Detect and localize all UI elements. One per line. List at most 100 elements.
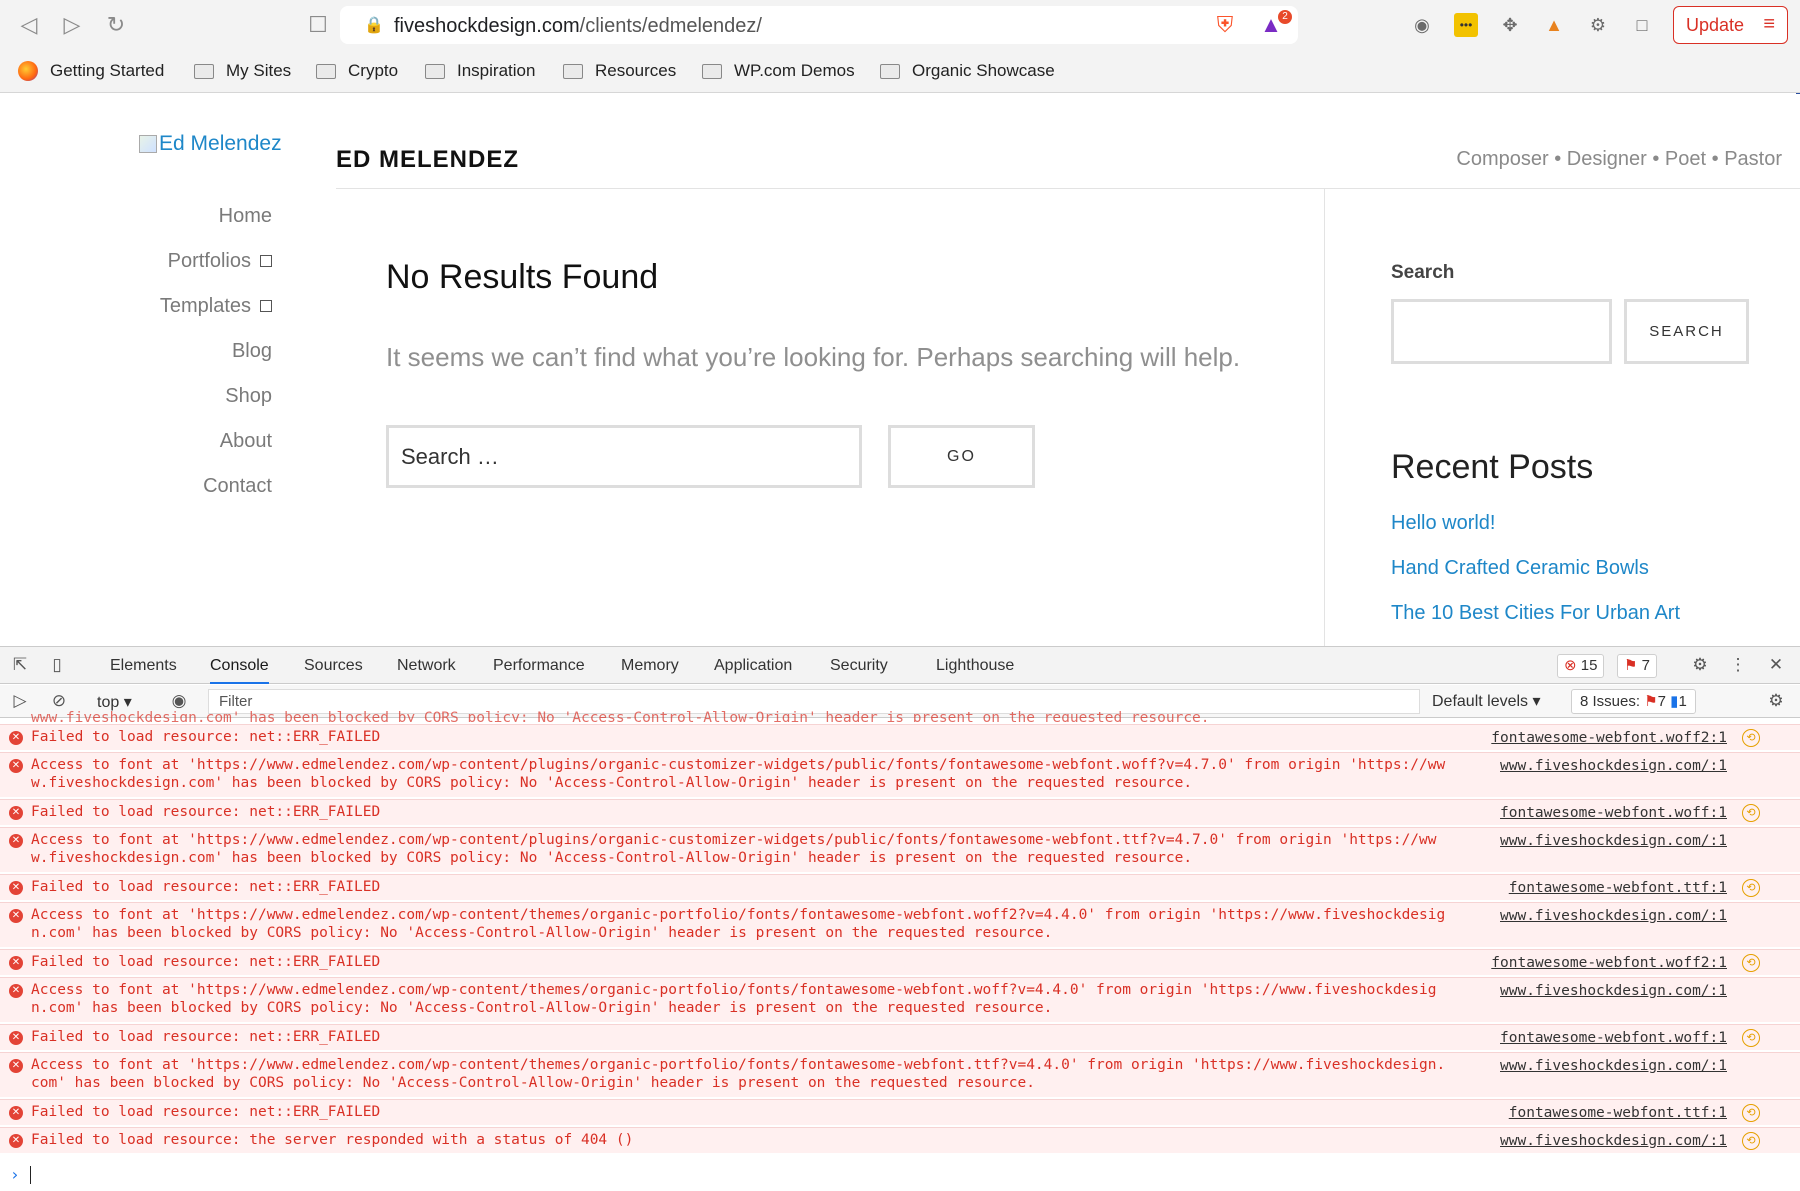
recent-posts-title: Recent Posts <box>1391 448 1594 486</box>
sidebar-search-input[interactable] <box>1391 299 1612 364</box>
site-logo[interactable]: Ed Melendez <box>139 132 282 156</box>
recent-post-link[interactable]: The 10 Best Cities For Urban Art <box>1391 600 1680 645</box>
password-manager-icon[interactable]: ••• <box>1454 13 1478 37</box>
wallet-icon[interactable]: □ <box>1630 13 1654 37</box>
source-link[interactable]: fontawesome-webfont.ttf:1 <box>1509 1105 1727 1121</box>
tab-console[interactable]: Console <box>210 647 269 684</box>
source-link[interactable]: www.fiveshockdesign.com/:1 <box>1500 908 1727 924</box>
metamask-icon[interactable]: ▲ <box>1542 13 1566 37</box>
sidebar-search-button[interactable]: SEARCH <box>1624 299 1749 364</box>
console-error-row[interactable]: ✕ Failed to load resource: net::ERR_FAILE… <box>0 1099 1800 1125</box>
search-input[interactable]: Search … <box>386 425 862 488</box>
address-bar[interactable]: 🔒 fiveshockdesign.com/clients/edmelendez… <box>340 6 1298 44</box>
bookmark-getting-started[interactable]: Getting Started <box>18 58 164 84</box>
back-icon[interactable]: ◁ <box>16 12 42 38</box>
bookmark-my-sites[interactable]: My Sites <box>194 58 291 84</box>
sidebar-toggle-icon[interactable]: ▷ <box>10 691 30 711</box>
source-link[interactable]: www.fiveshockdesign.com/:1 <box>1500 1058 1727 1074</box>
submenu-icon <box>260 255 272 267</box>
bookmark-wp-com-demos[interactable]: WP.com Demos <box>702 58 855 84</box>
console-error-row[interactable]: ✕ Access to font at 'https://www.edmelend… <box>0 752 1800 797</box>
console-error-row[interactable]: ✕ Access to font at 'https://www.edmelend… <box>0 827 1800 872</box>
console-error-row[interactable]: ✕ Access to font at 'https://www.edmelend… <box>0 902 1800 947</box>
nav-portfolios[interactable]: Portfolios <box>100 239 272 284</box>
bookmark-inspiration[interactable]: Inspiration <box>425 58 535 84</box>
issues-button[interactable]: 8 Issues: ⚑7 ▮1 <box>1571 689 1696 714</box>
source-link[interactable]: fontawesome-webfont.woff:1 <box>1500 805 1727 821</box>
bookmark-crypto[interactable]: Crypto <box>316 58 398 84</box>
console-settings-icon[interactable]: ⚙ <box>1766 691 1786 711</box>
nav-contact[interactable]: Contact <box>100 464 272 509</box>
error-count-badge[interactable]: ⊗ 15 <box>1557 654 1605 678</box>
error-icon: ✕ <box>9 731 23 745</box>
console-error-row[interactable]: ✕ Failed to load resource: net::ERR_FAILE… <box>0 724 1800 750</box>
nav-home[interactable]: Home <box>100 194 272 239</box>
source-link[interactable]: fontawesome-webfont.woff2:1 <box>1491 730 1727 746</box>
go-button[interactable]: GO <box>888 425 1035 488</box>
submenu-icon <box>260 300 272 312</box>
console-error-row[interactable]: ✕ Failed to load resource: net::ERR_FAILE… <box>0 799 1800 825</box>
forward-icon[interactable]: ▷ <box>59 12 85 38</box>
tab-application[interactable]: Application <box>714 647 792 684</box>
reload-icon[interactable]: ↻ <box>103 12 129 38</box>
source-link[interactable]: www.fiveshockdesign.com/:1 <box>1500 983 1727 999</box>
more-options-icon[interactable]: ⋮ <box>1728 655 1748 675</box>
folder-icon <box>425 63 445 79</box>
source-link[interactable]: fontawesome-webfont.woff:1 <box>1500 1030 1727 1046</box>
console-input[interactable] <box>30 1166 31 1184</box>
inspect-element-icon[interactable]: ⇱ <box>10 655 30 675</box>
update-button[interactable]: Update ≡ <box>1673 6 1788 44</box>
bookmark-label: My Sites <box>226 61 292 80</box>
device-toolbar-icon[interactable]: ▯ <box>47 655 67 675</box>
error-icon: ✕ <box>9 1106 23 1120</box>
console-error-row[interactable]: ✕ Failed to load resource: net::ERR_FAILE… <box>0 874 1800 900</box>
network-request-icon[interactable]: ⟲ <box>1742 1029 1760 1047</box>
log-levels-dropdown[interactable]: Default levels ▾ <box>1432 685 1541 718</box>
network-request-icon[interactable]: ⟲ <box>1742 729 1760 747</box>
source-link[interactable]: www.fiveshockdesign.com/:1 <box>1500 758 1727 774</box>
source-link[interactable]: fontawesome-webfont.ttf:1 <box>1509 880 1727 896</box>
camera-icon[interactable]: ◉ <box>1410 13 1434 37</box>
console-error-row[interactable]: ✕ Failed to load resource: net::ERR_FAILE… <box>0 1024 1800 1050</box>
clear-console-icon[interactable]: ⊘ <box>49 691 69 711</box>
source-link[interactable]: www.fiveshockdesign.com/:1 <box>1500 1133 1727 1149</box>
tab-memory[interactable]: Memory <box>621 647 679 684</box>
warning-count-badge[interactable]: ⚑ 7 <box>1617 654 1657 678</box>
extensions-icon[interactable]: ⚙ <box>1586 13 1610 37</box>
network-request-icon[interactable]: ⟲ <box>1742 804 1760 822</box>
settings-gear-icon[interactable]: ⚙ <box>1690 655 1710 675</box>
brave-shield-icon[interactable]: ⛨ <box>1213 13 1237 37</box>
nav-templates[interactable]: Templates <box>100 284 272 329</box>
console-error-row[interactable]: ✕ Failed to load resource: the server res… <box>0 1127 1800 1153</box>
tab-security[interactable]: Security <box>830 647 888 684</box>
source-link[interactable]: fontawesome-webfont.woff2:1 <box>1491 955 1727 971</box>
issue-error-icon: ⚑ <box>1644 693 1658 710</box>
console-error-row[interactable]: ✕ Access to font at 'https://www.edmelend… <box>0 1052 1800 1097</box>
network-request-icon[interactable]: ⟲ <box>1742 879 1760 897</box>
tab-performance[interactable]: Performance <box>493 647 585 684</box>
tab-sources[interactable]: Sources <box>304 647 363 684</box>
context-selector[interactable]: top ▾ <box>97 692 132 712</box>
bookmark-organic-showcase[interactable]: Organic Showcase <box>880 58 1055 84</box>
move-icon[interactable]: ✥ <box>1498 13 1522 37</box>
source-link[interactable]: www.fiveshockdesign.com/:1 <box>1500 833 1727 849</box>
console-error-row[interactable]: ✕ Access to font at 'https://www.edmelend… <box>0 977 1800 1022</box>
nav-shop[interactable]: Shop <box>100 374 272 419</box>
bookmark-label: Organic Showcase <box>912 61 1055 80</box>
tab-network[interactable]: Network <box>397 647 456 684</box>
tab-lighthouse[interactable]: Lighthouse <box>936 647 1014 684</box>
recent-post-link[interactable]: Hello world! <box>1391 510 1680 555</box>
close-devtools-icon[interactable]: ✕ <box>1766 655 1786 675</box>
live-expression-eye-icon[interactable]: ◉ <box>169 691 189 711</box>
bookmark-icon[interactable]: ☐ <box>305 12 331 38</box>
nav-blog[interactable]: Blog <box>100 329 272 374</box>
console-error-row[interactable]: ✕ Failed to load resource: net::ERR_FAILE… <box>0 949 1800 975</box>
tab-elements[interactable]: Elements <box>110 647 177 684</box>
bookmark-resources[interactable]: Resources <box>563 58 676 84</box>
recent-post-link[interactable]: Hand Crafted Ceramic Bowls <box>1391 555 1680 600</box>
network-request-icon[interactable]: ⟲ <box>1742 1104 1760 1122</box>
network-request-icon[interactable]: ⟲ <box>1742 954 1760 972</box>
site-title[interactable]: ED MELENDEZ <box>336 146 519 174</box>
network-request-icon[interactable]: ⟲ <box>1742 1132 1760 1150</box>
nav-about[interactable]: About <box>100 419 272 464</box>
